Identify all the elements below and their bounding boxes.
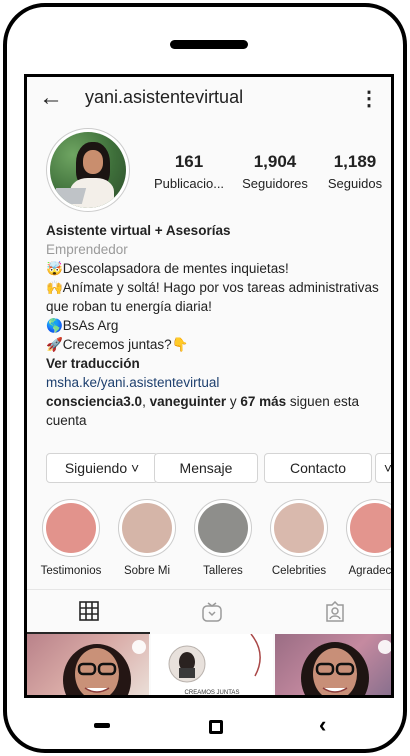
post-thumbnail[interactable]: CREAMOS JUNTAS — [151, 634, 273, 696]
post-thumbnail[interactable] — [27, 634, 149, 695]
highlight-label: Talleres — [203, 565, 243, 577]
tab-tagged[interactable] — [273, 590, 391, 634]
follower-name: vaneguinter — [149, 394, 227, 409]
posts-count-value: 161 — [174, 152, 204, 171]
post-image — [63, 640, 146, 695]
tagged-icon — [325, 601, 344, 622]
highlight-cover — [198, 503, 248, 553]
highlight-agradecer[interactable]: Agradecer — [343, 499, 392, 577]
tab-posts-grid[interactable] — [27, 590, 150, 634]
followers-count[interactable]: 1,904 Seguidores — [233, 152, 317, 191]
profile-display-name: Asistente virtual + Asesorías — [46, 223, 231, 238]
following-count[interactable]: 1,189 Seguidos — [321, 152, 389, 191]
highlight-testimonios[interactable]: Testimonios — [39, 499, 103, 577]
post-caption: CREAMOS JUNTAS — [184, 690, 240, 696]
followers-more: 67 más — [240, 394, 287, 409]
more-options-icon[interactable]: ⋮ — [359, 86, 379, 111]
posts-count-label: Publicacio... — [153, 176, 225, 191]
profile-tabs — [27, 589, 391, 634]
igtv-icon — [201, 602, 222, 622]
posts-grid: CREAMOS JUNTAS — [27, 634, 391, 696]
following-count-label: Seguidos — [327, 176, 383, 191]
followers-count-value: 1,904 — [253, 152, 297, 171]
post-image — [301, 640, 391, 695]
follower-name: consciencia3.0 — [46, 394, 143, 409]
following-button[interactable]: Siguiendo ˅ — [46, 453, 158, 483]
top-bar: ← yani.asistentevirtual ⋮ — [27, 77, 391, 121]
highlight-sobre-mi[interactable]: Sobre Mi — [115, 499, 179, 577]
suggested-accounts-button[interactable]: ˅ — [375, 453, 391, 483]
bio-line: 🚀Crecemos juntas?👇 — [46, 337, 189, 352]
grid-icon — [78, 601, 99, 621]
phone-frame: ← yani.asistentevirtual ⋮ 161 Publicacio… — [3, 3, 407, 753]
bio-line: 🙌Anímate y soltá! Hago por vos tareas ad… — [46, 280, 379, 314]
highlight-celebrities[interactable]: Celebrities — [267, 499, 331, 577]
highlight-label: Sobre Mi — [123, 565, 171, 577]
tab-igtv[interactable] — [150, 590, 273, 634]
nav-square-icon[interactable] — [209, 720, 223, 734]
highlight-label: Testimonios — [40, 565, 102, 577]
post-image — [168, 634, 261, 683]
bio-line: 🌎BsAs Arg — [46, 318, 119, 333]
highlight-cover — [350, 503, 391, 553]
contact-button[interactable]: Contacto — [264, 453, 372, 483]
instagram-profile-screen: ← yani.asistentevirtual ⋮ 161 Publicacio… — [24, 74, 394, 698]
profile-category: Emprendedor — [46, 242, 128, 257]
followers-count-label: Seguidores — [242, 176, 308, 191]
profile-username: yani.asistentevirtual — [85, 87, 244, 107]
avatar[interactable] — [46, 128, 130, 212]
highlight-cover — [122, 503, 172, 553]
nav-minus-icon[interactable] — [94, 723, 110, 728]
system-nav-bar: ‹ — [7, 709, 403, 749]
see-translation-link[interactable]: Ver traducción — [46, 354, 386, 373]
bio-line: 🤯Descolapsadora de mentes inquietas! — [46, 261, 289, 276]
nav-back-chevron-icon[interactable]: ‹ — [319, 714, 326, 736]
profile-website-link[interactable]: msha.ke/yani.asistentevirtual — [46, 373, 386, 392]
following-count-value: 1,189 — [333, 152, 377, 171]
highlight-label: Celebrities — [271, 565, 327, 577]
posts-count[interactable]: 161 Publicacio... — [145, 152, 233, 191]
message-button[interactable]: Mensaje — [154, 453, 258, 483]
back-arrow-icon[interactable]: ← — [39, 86, 63, 110]
post-thumbnail[interactable] — [275, 634, 391, 695]
highlight-cover — [46, 503, 96, 553]
highlight-label: Agradecer — [348, 565, 392, 577]
highlight-cover — [274, 503, 324, 553]
phone-speaker — [170, 40, 248, 49]
profile-bio: Asistente virtual + Asesorías Emprendedo… — [46, 221, 386, 430]
avatar-photo — [50, 132, 126, 208]
highlight-talleres[interactable]: Talleres — [191, 499, 255, 577]
followed-by-text[interactable]: consciencia3.0, vaneguinter y 67 más sig… — [46, 392, 386, 430]
